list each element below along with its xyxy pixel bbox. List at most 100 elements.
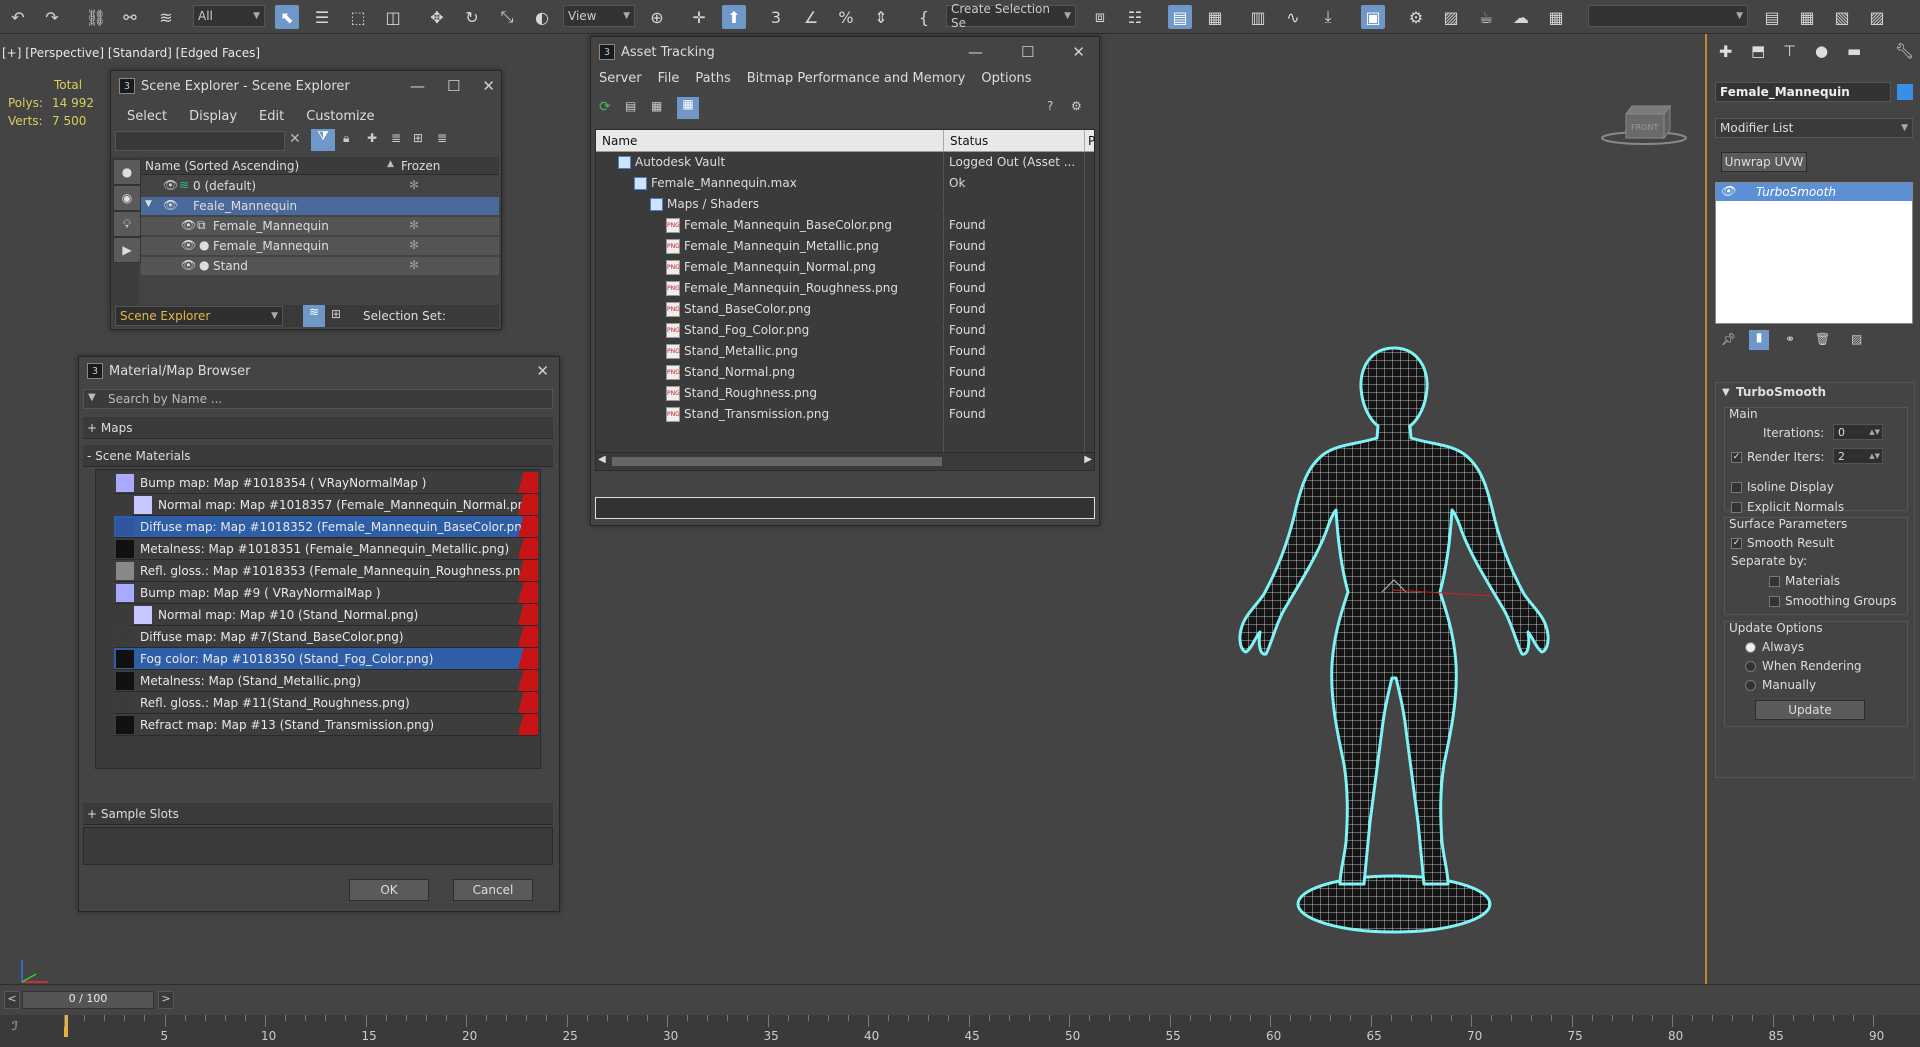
object-name-field[interactable]: Female_Mannequin	[1715, 82, 1891, 102]
mirror-icon[interactable]: ⧈	[1088, 5, 1112, 29]
modify-tab-icon[interactable]: ⬒	[1751, 42, 1765, 60]
material-item[interactable]: Fog color: Map #1018350 (Stand_Fog_Color…	[114, 648, 538, 670]
render-setup-icon[interactable]: ⚙	[1404, 5, 1428, 29]
help-icon[interactable]: ?	[1047, 99, 1053, 113]
col-name-header[interactable]: Name	[602, 134, 637, 148]
asset-row[interactable]: PNG Stand_Metallic.png Found	[596, 341, 1094, 363]
render-production-icon[interactable]: ☕	[1474, 5, 1498, 29]
curve-editor-icon[interactable]: ∿	[1281, 5, 1305, 29]
move-icon[interactable]: ✥	[425, 5, 449, 29]
scene-explorer-toggle-icon[interactable]: ▤	[1168, 5, 1192, 29]
rectangular-selection-icon[interactable]: ⬚	[346, 5, 370, 29]
table-view-icon[interactable]: ▦	[677, 97, 699, 119]
select-object-icon[interactable]: ⬉	[275, 5, 299, 29]
menu-bitmap-performance[interactable]: Bitmap Performance and Memory	[747, 71, 966, 86]
bind-spacewarp-icon[interactable]: ≋	[154, 5, 178, 29]
ok-button[interactable]: OK	[349, 879, 429, 901]
material-browser-titlebar[interactable]: 3 Material/Map Browser ✕	[79, 357, 559, 385]
close-icon[interactable]: ✕	[1072, 43, 1085, 61]
menu-customize[interactable]: Customize	[306, 109, 374, 124]
render-iters-checkbox[interactable]: ✓ Render Iters:	[1731, 450, 1824, 464]
unlink-icon[interactable]: ⚯	[118, 5, 142, 29]
hierarchy-toggle-icon[interactable]: ⊞	[331, 307, 341, 321]
scrollbar-thumb[interactable]	[612, 457, 942, 466]
tree-row[interactable]: 👁︎ ⧉ Female_Mannequin ✻	[141, 217, 499, 235]
create-tab-icon[interactable]: ✚	[1719, 42, 1732, 61]
scroll-left-icon[interactable]: ◀	[598, 454, 606, 465]
rendered-frame-window-icon[interactable]: ▨	[1439, 5, 1463, 29]
pivot-center-icon[interactable]: ⊕	[645, 5, 669, 29]
rollout-title[interactable]: TurboSmooth	[1736, 385, 1826, 399]
unwrap-uvw-button[interactable]: Unwrap UVW	[1721, 152, 1807, 172]
toggle-ribbon-icon[interactable]: ▥	[1246, 5, 1270, 29]
maximize-icon[interactable]: ☐	[447, 77, 460, 95]
asset-row[interactable]: PNG Stand_Normal.png Found	[596, 362, 1094, 384]
menu-display[interactable]: Display	[189, 109, 237, 124]
a360-gallery-icon[interactable]: ▦	[1544, 5, 1568, 29]
hierarchy-icon[interactable]: ⊞	[413, 131, 423, 145]
time-slider[interactable]: 0 / 100	[22, 991, 154, 1009]
material-item[interactable]: Diffuse map: Map #7(Stand_BaseColor.png)	[114, 626, 538, 648]
visibility-eye-icon[interactable]: 👁︎	[163, 178, 178, 192]
update-manually-radio[interactable]: Manually	[1745, 678, 1816, 692]
material-item[interactable]: Normal map: Map #1018357 (Female_Mannequ…	[132, 494, 538, 516]
render-cloud-icon[interactable]: ☁	[1509, 5, 1533, 29]
thumbnail-view-icon[interactable]: ▦	[651, 99, 671, 119]
frozen-icon[interactable]: ✻	[409, 218, 419, 232]
tree-row[interactable]: 👁︎ ● Female_Mannequin ✻	[141, 237, 499, 255]
utilities-tab-icon[interactable]: 🔧︎	[1895, 42, 1914, 60]
cancel-button[interactable]: Cancel	[453, 879, 533, 901]
make-unique-icon[interactable]: ⚭	[1785, 332, 1795, 346]
project-folder-icon[interactable]: ▧	[1830, 5, 1854, 29]
asset-row[interactable]: PNG Stand_Fog_Color.png Found	[596, 320, 1094, 342]
scene-search-input[interactable]	[115, 131, 285, 151]
snaps-toggle-icon[interactable]: 3	[764, 5, 788, 29]
next-frame-button[interactable]: >	[158, 991, 174, 1009]
visibility-eye-icon[interactable]: 👁︎	[181, 258, 196, 272]
stack-icon[interactable]: ≣	[437, 131, 447, 145]
iterations-spinner[interactable]: 0 ▲▼	[1833, 424, 1883, 440]
redo-icon[interactable]: ↷	[40, 5, 64, 29]
col-frozen-header[interactable]: Frozen	[401, 159, 440, 173]
materials-checkbox[interactable]: Materials	[1769, 574, 1840, 588]
explicit-normals-checkbox[interactable]: Explicit Normals	[1731, 500, 1844, 514]
edit-named-selection-icon[interactable]: {	[912, 5, 936, 29]
asset-row[interactable]: PNG Stand_Roughness.png Found	[596, 383, 1094, 405]
scroll-right-icon[interactable]: ▶	[1084, 454, 1092, 465]
spinner-snap-icon[interactable]: ⇕	[869, 5, 893, 29]
asset-row[interactable]: Female_Mannequin.max Ok	[596, 173, 1094, 195]
remove-modifier-icon[interactable]: 🗑︎	[1815, 332, 1830, 346]
asset-tracking-titlebar[interactable]: 3 Asset Tracking — ☐ ✕	[591, 37, 1099, 67]
scene-explorer-titlebar[interactable]: 3 Scene Explorer - Scene Explorer — ☐ ✕	[111, 71, 501, 101]
update-button[interactable]: Update	[1755, 700, 1865, 720]
viewcube[interactable]: FRONT	[1600, 78, 1688, 158]
horizontal-scrollbar[interactable]: ◀ ▶	[596, 452, 1094, 470]
percent-snap-icon[interactable]: %	[834, 5, 858, 29]
selection-filter-dropdown[interactable]: All ▼	[193, 5, 265, 27]
display-all-icon[interactable]: ●	[113, 159, 141, 185]
material-item[interactable]: Metalness: Map #1018351 (Female_Mannequi…	[114, 538, 538, 560]
sample-slots-section-header[interactable]: + Sample Slots	[83, 803, 553, 825]
schematic-view-icon[interactable]: ⤓	[1316, 5, 1340, 29]
light-icon[interactable]: 💡︎	[113, 211, 141, 237]
visibility-eye-icon[interactable]: 👁︎	[181, 218, 196, 232]
isoline-display-checkbox[interactable]: Isoline Display	[1731, 480, 1834, 494]
place-icon[interactable]: ◐	[530, 5, 554, 29]
asset-row[interactable]: PNG Stand_BaseColor.png Found	[596, 299, 1094, 321]
menu-select[interactable]: Select	[127, 109, 167, 124]
camera-icon[interactable]: ▶	[113, 237, 141, 263]
hierarchy-tab-icon[interactable]: ⊤	[1783, 42, 1796, 60]
layer-explorer-icon[interactable]: ▦	[1203, 5, 1227, 29]
visibility-eye-icon[interactable]: 👁︎	[163, 198, 178, 212]
close-icon[interactable]: ✕	[482, 77, 495, 95]
smoothing-groups-checkbox[interactable]: Smoothing Groups	[1769, 594, 1896, 608]
close-icon[interactable]: ✕	[536, 362, 549, 380]
female-mannequin-model[interactable]	[1224, 344, 1564, 954]
tree-row-selected[interactable]: ▼ 👁︎ Feale_Mannequin	[141, 197, 499, 215]
col-status-header[interactable]: Status	[950, 134, 988, 148]
material-search-input[interactable]: ▼ Search by Name ...	[83, 389, 553, 409]
select-manipulate-icon[interactable]: ✛	[687, 5, 711, 29]
asset-row[interactable]: PNG Female_Mannequin_Metallic.png Found	[596, 236, 1094, 258]
material-item[interactable]: Diffuse map: Map #1018352 (Female_Manneq…	[114, 516, 538, 538]
rollout-collapse-icon[interactable]: ▼	[1722, 387, 1730, 398]
